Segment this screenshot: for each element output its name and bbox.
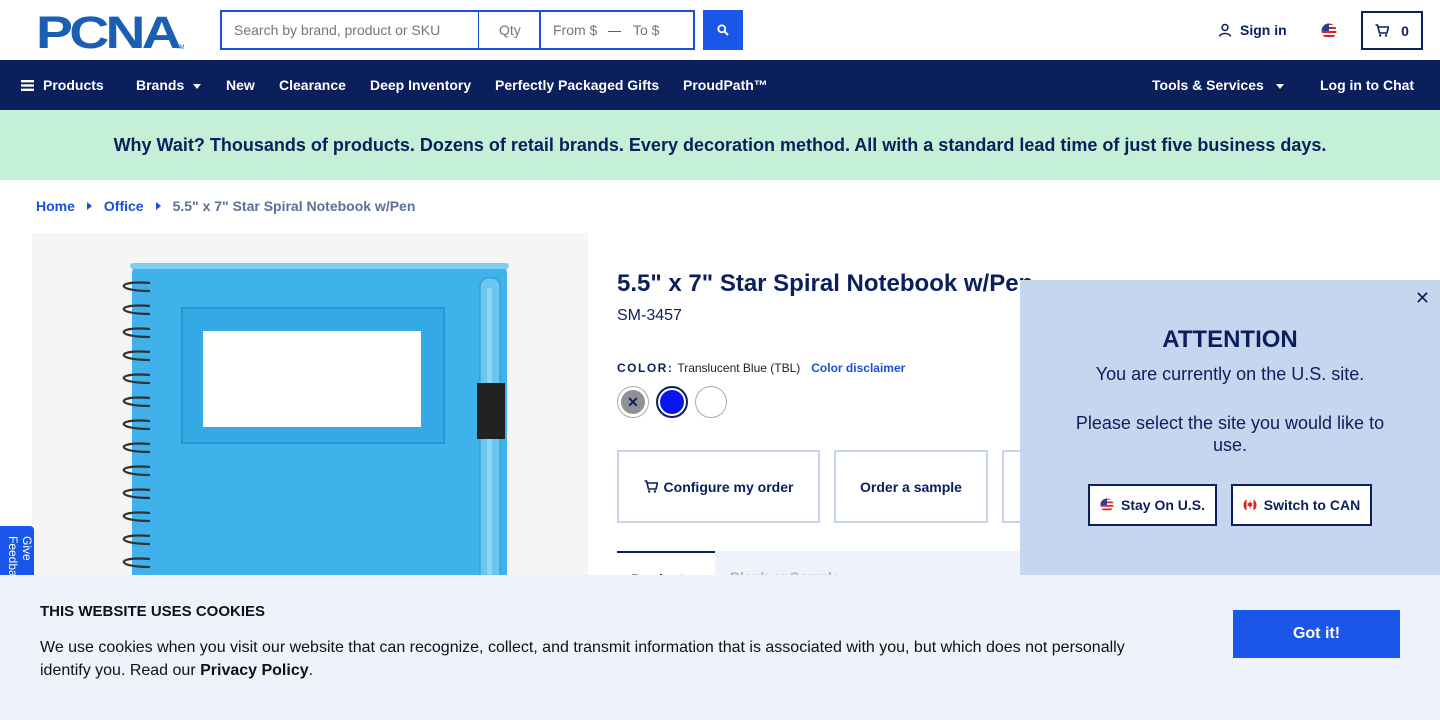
nav-products-label: Products xyxy=(43,77,104,93)
configure-order-button[interactable]: Configure my order xyxy=(617,450,820,523)
stay-us-label: Stay On U.S. xyxy=(1120,497,1206,513)
stay-us-button[interactable]: Stay On U.S. xyxy=(1088,484,1217,526)
nav-deep-inventory[interactable]: Deep Inventory xyxy=(370,60,471,110)
swatch-fill xyxy=(660,390,684,414)
nav-log-in-to-chat[interactable]: Log in to Chat xyxy=(1320,60,1414,110)
chevron-down-icon xyxy=(193,83,202,89)
nav-brands[interactable]: Brands xyxy=(136,60,202,110)
breadcrumb-separator-icon xyxy=(155,202,161,210)
breadcrumb-home[interactable]: Home xyxy=(36,198,75,214)
price-from-input[interactable] xyxy=(541,12,609,48)
breadcrumb-office[interactable]: Office xyxy=(104,198,144,214)
nav-perfectly-packaged-label: Perfectly Packaged Gifts xyxy=(495,77,660,93)
nav-new-label: New xyxy=(226,77,255,93)
nav-clearance-label: Clearance xyxy=(279,77,346,93)
nav-proudpath[interactable]: ProudPath™ xyxy=(683,60,768,110)
search-icon xyxy=(717,24,729,36)
nav-brands-label: Brands xyxy=(136,77,185,93)
svg-text:TM: TM xyxy=(176,45,184,50)
nav-chat-label: Log in to Chat xyxy=(1320,77,1415,93)
cart-icon xyxy=(644,480,658,493)
cart-count: 0 xyxy=(1401,22,1409,39)
order-sample-button[interactable]: Order a sample xyxy=(834,450,988,523)
nav-proudpath-label: ProudPath™ xyxy=(683,77,768,93)
swatch-white[interactable] xyxy=(695,386,727,418)
user-icon xyxy=(1218,23,1232,37)
privacy-policy-link[interactable]: Privacy Policy xyxy=(200,662,309,679)
cart-icon xyxy=(1375,24,1390,37)
color-disclaimer-link[interactable]: Color disclaimer xyxy=(811,361,905,375)
canada-flag-icon xyxy=(1243,498,1257,512)
color-label: COLOR: xyxy=(617,361,674,375)
sign-in-link[interactable]: Sign in xyxy=(1218,22,1287,38)
configure-order-label: Configure my order xyxy=(663,478,794,495)
nav-perfectly-packaged-gifts[interactable]: Perfectly Packaged Gifts xyxy=(495,60,659,110)
nav-new[interactable]: New xyxy=(226,60,255,110)
color-value: Translucent Blue (TBL) xyxy=(677,361,801,375)
cookie-title: THIS WEBSITE USES COOKIES xyxy=(40,603,266,620)
cart-button[interactable]: 0 xyxy=(1361,11,1423,50)
search-form: — xyxy=(220,10,695,50)
hamburger-icon xyxy=(21,79,34,91)
swatch-translucent-blue[interactable] xyxy=(656,386,688,418)
nav-tools-services[interactable]: Tools & Services xyxy=(1152,60,1284,110)
cookie-banner: THIS WEBSITE USES COOKIES We use cookies… xyxy=(0,575,1440,720)
cookie-period: . xyxy=(308,662,314,679)
attention-current-site: You are currently on the U.S. site. xyxy=(1095,364,1365,384)
price-to-input[interactable] xyxy=(621,12,689,48)
nav-clearance[interactable]: Clearance xyxy=(279,60,346,110)
breadcrumb-current: 5.5" x 7" Star Spiral Notebook w/Pen xyxy=(172,198,416,214)
nav-deep-inventory-label: Deep Inventory xyxy=(370,77,472,93)
nav-products[interactable]: Products xyxy=(21,60,104,110)
us-flag-icon[interactable] xyxy=(1321,23,1337,39)
switch-can-label: Switch to CAN xyxy=(1263,497,1361,513)
promo-banner: Why Wait? Thousands of products. Dozens … xyxy=(0,110,1440,180)
color-row: COLOR: Translucent Blue (TBL) Color disc… xyxy=(617,361,905,375)
chevron-down-icon xyxy=(1275,83,1284,89)
unavailable-x-icon: ✕ xyxy=(621,390,645,414)
attention-title: ATTENTION xyxy=(1162,326,1298,353)
order-sample-label: Order a sample xyxy=(860,478,962,495)
cookie-text: We use cookies when you visit our websit… xyxy=(40,636,1160,682)
site-select-dialog: ✕ ATTENTION You are currently on the U.S… xyxy=(1020,280,1440,580)
product-title: 5.5" x 7" Star Spiral Notebook w/Pen xyxy=(617,270,1034,297)
product-sku: SM-3457 xyxy=(617,307,682,324)
promo-banner-text: Why Wait? Thousands of products. Dozens … xyxy=(113,134,1327,155)
switch-can-button[interactable]: Switch to CAN xyxy=(1231,484,1372,526)
qty-input[interactable] xyxy=(479,12,541,48)
svg-text:PCNA: PCNA xyxy=(36,12,181,50)
got-it-button[interactable]: Got it! xyxy=(1233,610,1400,658)
search-input[interactable] xyxy=(222,12,479,48)
main-nav: Products Brands New Clearance Deep Inven… xyxy=(0,60,1440,110)
sign-in-label: Sign in xyxy=(1240,22,1287,38)
breadcrumb: Home Office 5.5" x 7" Star Spiral Notebo… xyxy=(36,198,415,214)
site-header: PCNA TM — Sign in 0 xyxy=(0,0,1440,60)
swatch-translucent-gray[interactable]: ✕ xyxy=(617,386,649,418)
pcna-logo[interactable]: PCNA TM xyxy=(36,12,184,50)
range-dash: — xyxy=(608,22,622,38)
nav-tools-label: Tools & Services xyxy=(1152,77,1264,93)
breadcrumb-separator-icon xyxy=(86,202,92,210)
attention-select-site: Please select the site you would like to… xyxy=(1075,413,1385,455)
us-flag-icon xyxy=(1100,498,1114,512)
close-icon[interactable]: ✕ xyxy=(1415,288,1430,309)
search-button[interactable] xyxy=(703,10,743,50)
